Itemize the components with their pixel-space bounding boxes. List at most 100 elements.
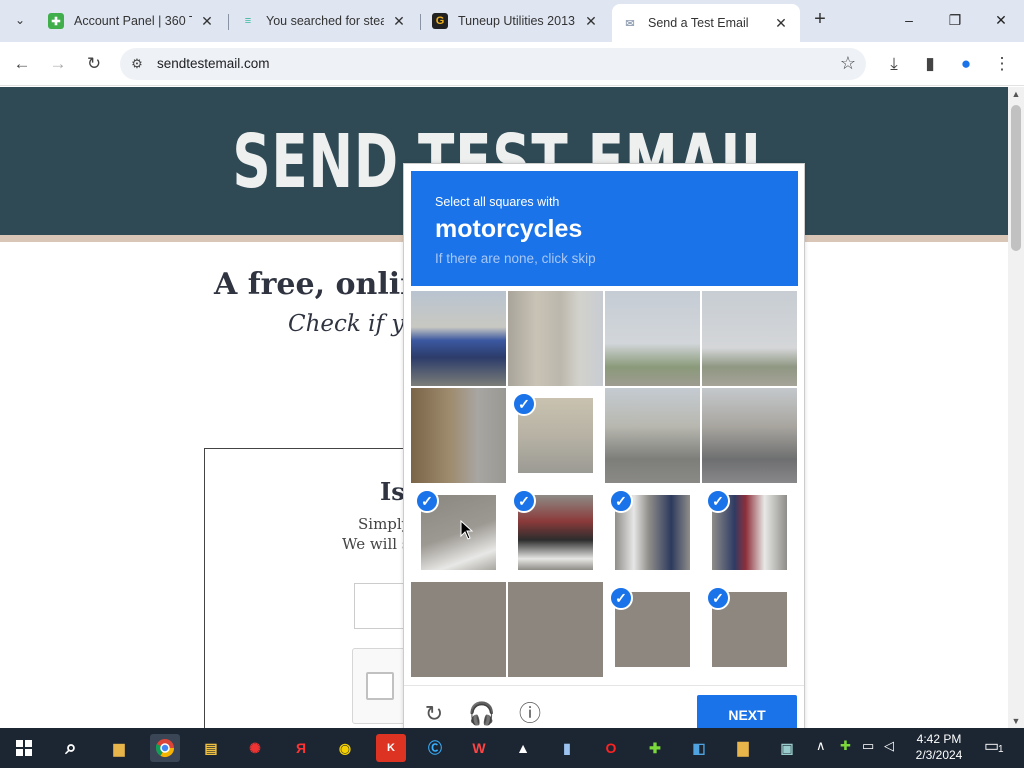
captcha-prompt: Select all squares with	[435, 195, 560, 209]
captcha-tile-15[interactable]: ✓	[605, 582, 700, 677]
scroll-thumb[interactable]	[1011, 105, 1021, 251]
reload-button[interactable]: ↻	[80, 50, 108, 78]
tab-account-panel[interactable]: ✚ Account Panel | 360 To ✕	[38, 6, 226, 36]
file-explorer-icon[interactable]: ▆	[104, 734, 134, 762]
tab-search-button[interactable]: ⌄	[8, 8, 32, 32]
menu-kebab-icon[interactable]: ⋮	[988, 50, 1016, 78]
captcha-tile-14[interactable]	[508, 582, 603, 677]
download-icon[interactable]: ⤓	[880, 50, 908, 78]
captcha-tile-7[interactable]	[605, 388, 700, 483]
antivirus-icon[interactable]: ✺	[240, 734, 270, 762]
restore-button[interactable]: ❐	[932, 6, 978, 34]
tray-overflow-icon[interactable]: ∧	[816, 738, 826, 754]
network-icon[interactable]: ▭	[862, 738, 874, 754]
yandex-market-icon[interactable]: ◉	[330, 734, 360, 762]
minimize-button[interactable]: –	[886, 6, 932, 34]
wps-office-icon[interactable]: W	[464, 734, 494, 762]
notifications-icon[interactable]: ▭	[984, 736, 999, 756]
tab-strip: ⌄ ✚ Account Panel | 360 To ✕ ≡ You searc…	[0, 0, 1024, 42]
captcha-tile-1[interactable]	[411, 291, 506, 386]
captcha-tile-12[interactable]: ✓	[702, 485, 797, 580]
page-tagline: Check if yo	[288, 311, 419, 337]
favicon-envelope-icon: ✉	[625, 17, 635, 30]
card-heading: Is	[380, 477, 405, 506]
tab-tuneup-utilities[interactable]: G Tuneup Utilities 2013 - ✕	[422, 6, 610, 36]
page-scrollbar[interactable]: ▲ ▼	[1008, 87, 1024, 728]
captcha-tile-16[interactable]: ✓	[702, 582, 797, 677]
mouse-cursor-icon	[460, 520, 474, 540]
captcha-tile-13[interactable]	[411, 582, 506, 677]
reload-challenge-icon[interactable]: ↻	[420, 700, 448, 728]
windows-taskbar: ⌕ ▆ ▤ ✺ Я ◉ K Ⓒ W ▲ ▮ O ✚ ◧ ▇ ▣ ∧ ✚ ▭ ◁ …	[0, 728, 1024, 768]
close-tab-icon[interactable]: ✕	[582, 13, 600, 30]
tab-send-test-email[interactable]: ✉ Send a Test Email ✕	[612, 4, 800, 42]
tray-360-icon[interactable]: ✚	[840, 738, 851, 754]
new-tab-button[interactable]: +	[808, 8, 832, 32]
kaspersky-icon[interactable]: K	[376, 734, 406, 762]
tile-image	[411, 388, 506, 483]
captcha-target: motorcycles	[435, 215, 583, 243]
clock-time: 4:42 PM	[916, 732, 962, 746]
network-app-icon[interactable]: ▣	[772, 734, 802, 762]
captcha-tile-2[interactable]	[508, 291, 603, 386]
selected-check-icon: ✓	[415, 489, 439, 513]
close-window-button[interactable]: ✕	[978, 6, 1024, 34]
scroll-up-arrow[interactable]: ▲	[1008, 89, 1024, 99]
recaptcha-checkbox[interactable]	[366, 672, 394, 700]
yandex-icon[interactable]: Я	[286, 734, 316, 762]
tab-search-results[interactable]: ≡ You searched for stean ✕	[230, 6, 418, 36]
tile-image	[411, 582, 506, 677]
scroll-down-arrow[interactable]: ▼	[1008, 716, 1024, 726]
bookmark-star-icon[interactable]: ☆	[840, 53, 856, 74]
captcha-tile-11[interactable]: ✓	[605, 485, 700, 580]
search-icon[interactable]: ⌕	[56, 734, 86, 762]
360-security-icon[interactable]: ✚	[640, 734, 670, 762]
favicon-g-icon: G	[432, 13, 448, 29]
chevron-down-icon: ⌄	[14, 13, 26, 27]
captcha-tile-8[interactable]	[702, 388, 797, 483]
site-settings-icon[interactable]: ⚙	[128, 55, 146, 73]
captcha-tile-4[interactable]	[702, 291, 797, 386]
captcha-tile-10[interactable]: ✓	[508, 485, 603, 580]
close-tab-icon[interactable]: ✕	[772, 15, 790, 32]
info-icon[interactable]: ⓘ	[516, 700, 544, 728]
selected-check-icon: ✓	[706, 489, 730, 513]
address-bar[interactable]: ⚙ sendtestemail.com ☆	[120, 48, 866, 80]
forward-button[interactable]: →	[44, 50, 72, 78]
page-subheading: A free, onlin	[214, 267, 422, 302]
ccleaner-icon[interactable]: Ⓒ	[420, 734, 450, 762]
selected-check-icon: ✓	[706, 586, 730, 610]
side-panel-icon[interactable]: ▮	[916, 50, 944, 78]
profile-icon[interactable]: ●	[952, 50, 980, 78]
contacts-icon[interactable]: ◧	[684, 734, 714, 762]
tile-image	[605, 388, 700, 483]
photos-icon[interactable]: ▲	[508, 734, 538, 762]
captcha-tile-5[interactable]	[411, 388, 506, 483]
folder-icon[interactable]: ▇	[728, 734, 758, 762]
selected-check-icon: ✓	[512, 489, 536, 513]
close-tab-icon[interactable]: ✕	[198, 13, 216, 30]
back-button[interactable]: ←	[8, 50, 36, 78]
windows-start-icon[interactable]	[9, 734, 39, 762]
volume-icon[interactable]: ◁	[884, 738, 894, 754]
browser-toolbar: ← → ↻ ⚙ sendtestemail.com ☆ ⤓ ▮ ● ⋮	[0, 42, 1024, 86]
opera-icon[interactable]: O	[596, 734, 626, 762]
tile-image	[508, 291, 603, 386]
app-archive-icon[interactable]: ▤	[196, 734, 226, 762]
chrome-icon[interactable]	[150, 734, 180, 762]
captcha-tile-9[interactable]: ✓	[411, 485, 506, 580]
captcha-tile-6[interactable]: ✓	[508, 388, 603, 483]
tile-image	[605, 291, 700, 386]
tile-image	[508, 582, 603, 677]
clock-date: 2/3/2024	[915, 748, 963, 762]
tab-separator	[420, 14, 421, 30]
card-text-line2: We will s	[342, 535, 410, 553]
notepad-icon[interactable]: ▮	[552, 734, 582, 762]
close-tab-icon[interactable]: ✕	[390, 13, 408, 30]
captcha-tile-3[interactable]	[605, 291, 700, 386]
tile-image	[702, 388, 797, 483]
captcha-instructions: Select all squares with motorcycles If t…	[411, 171, 798, 286]
taskbar-clock[interactable]: 4:42 PM 2/3/2024	[904, 731, 974, 763]
favicon-360-icon: ✚	[48, 13, 64, 29]
audio-challenge-icon[interactable]: 🎧	[468, 700, 496, 728]
